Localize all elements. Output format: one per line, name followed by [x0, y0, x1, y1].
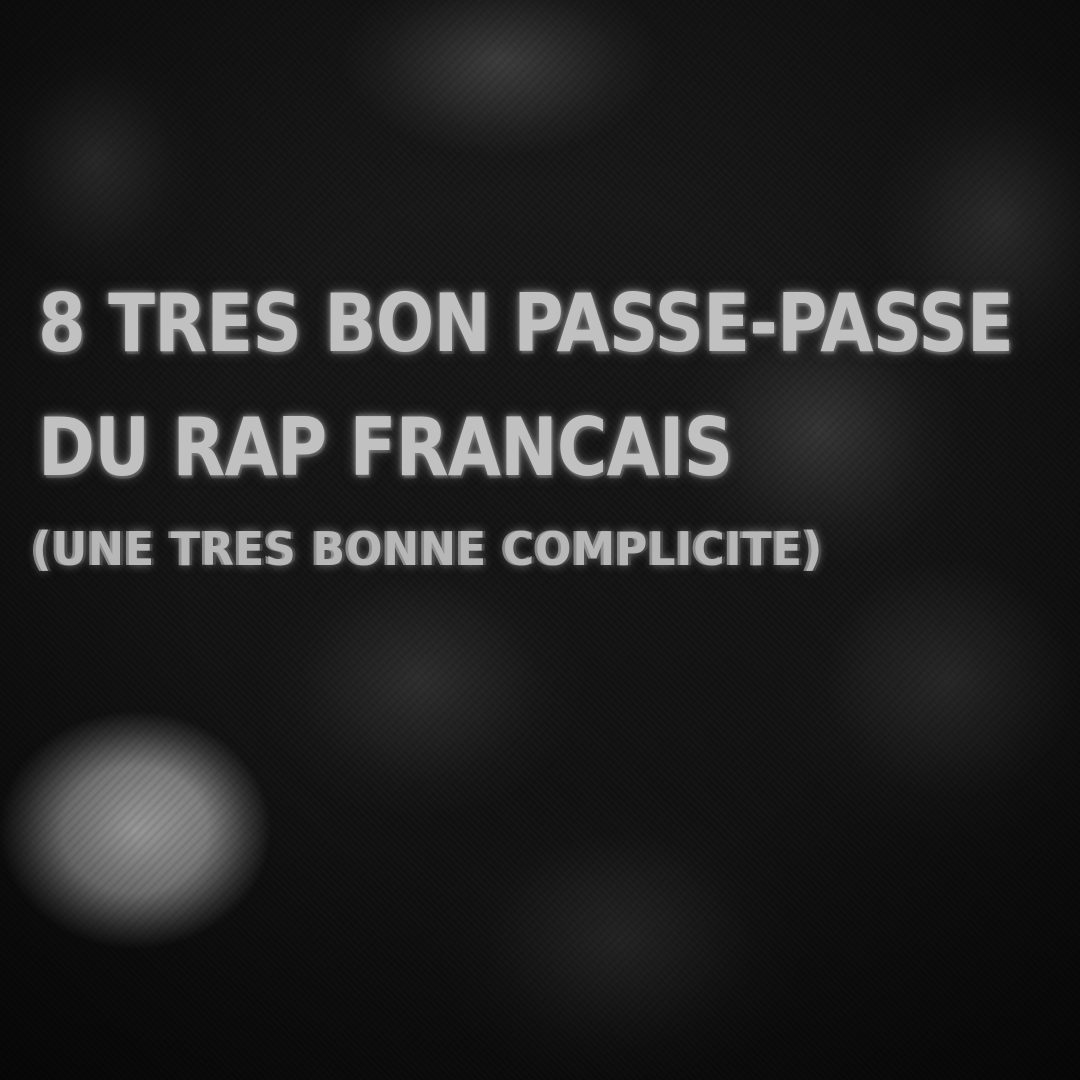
title-line-2: DU RAP FRANCAIS	[38, 401, 733, 494]
subtitle: (UNE TRES BONNE COMPLICITE)	[32, 522, 824, 576]
thumbnail-canvas: 8 TRES BON PASSE-PASSE DU RAP FRANCAIS (…	[0, 0, 1080, 1080]
title-block: 8 TRES BON PASSE-PASSE DU RAP FRANCAIS	[38, 262, 1038, 510]
title-line-1: 8 TRES BON PASSE-PASSE	[38, 277, 1014, 370]
